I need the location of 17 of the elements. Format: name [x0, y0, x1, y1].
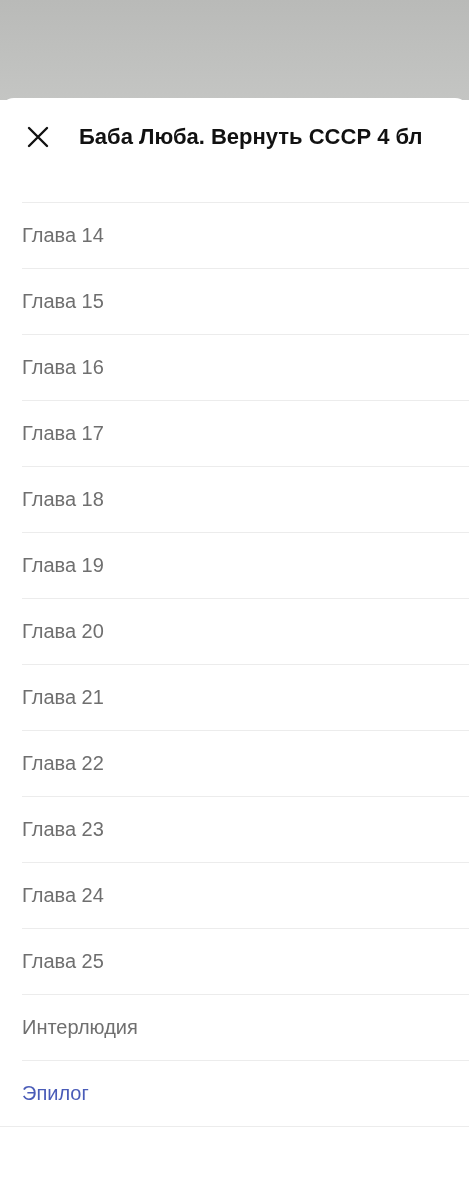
- close-button[interactable]: [26, 125, 50, 149]
- chapter-item[interactable]: Глава 19: [22, 554, 104, 577]
- chapter-item[interactable]: Глава 21: [22, 686, 104, 709]
- chapter-item[interactable]: Глава 24: [22, 884, 104, 907]
- chapter-item[interactable]: Глава 23: [22, 818, 104, 841]
- sheet-title: Баба Люба. Вернуть СССР 4 бл: [79, 124, 423, 150]
- chapter-item[interactable]: Глава 20: [22, 620, 104, 643]
- chapter-item[interactable]: Глава 15: [22, 290, 104, 313]
- chapter-item[interactable]: Глава 22: [22, 752, 104, 775]
- chapter-item[interactable]: Глава 14: [22, 224, 104, 247]
- chapter-item[interactable]: Интерлюдия: [22, 1016, 138, 1039]
- chapter-item[interactable]: Глава 17: [22, 422, 104, 445]
- chapter-item[interactable]: Эпилог: [22, 1082, 89, 1105]
- chapter-item[interactable]: Глава 18: [22, 488, 104, 511]
- chapter-item[interactable]: Глава 16: [22, 356, 104, 379]
- close-icon: [27, 126, 49, 148]
- chapter-item[interactable]: Глава 25: [22, 950, 104, 973]
